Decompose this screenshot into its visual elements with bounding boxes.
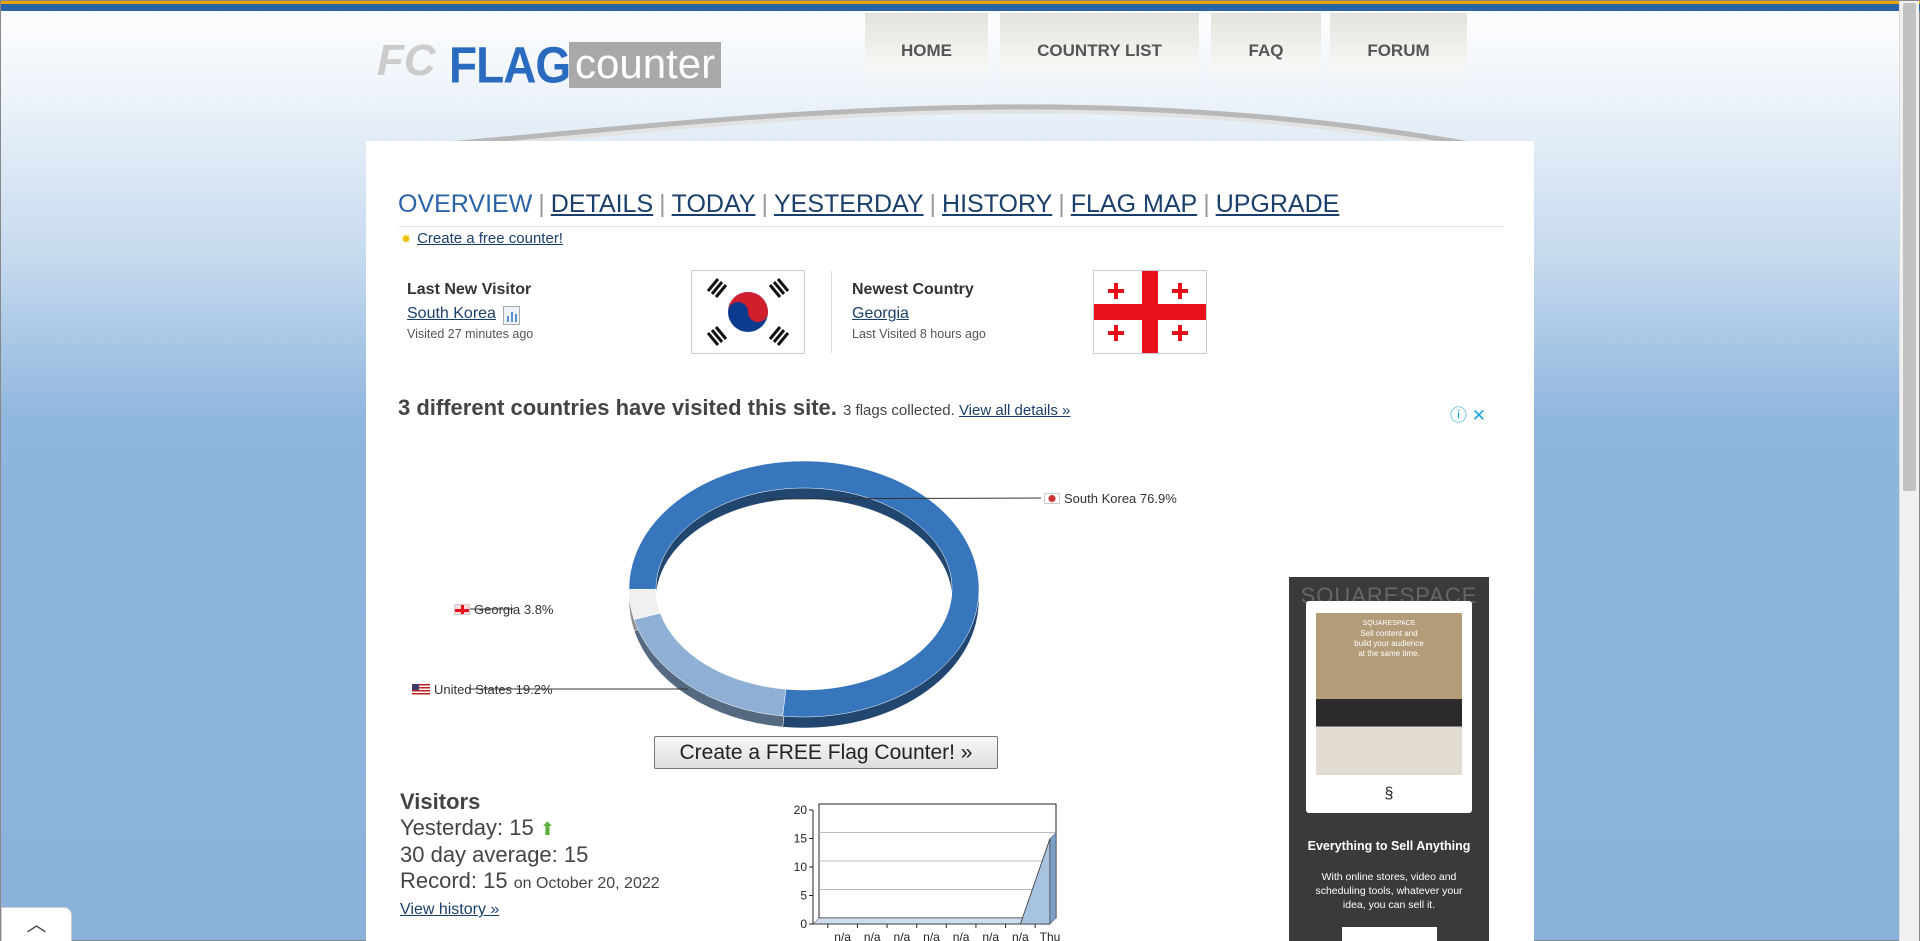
nav-forum[interactable]: FORUM	[1330, 13, 1467, 87]
y-tick-label: 0	[800, 917, 807, 931]
tab-history[interactable]: HISTORY	[942, 190, 1052, 218]
summary-heading: 3 different countries have visited this …	[398, 395, 1071, 420]
star-icon: ✸	[401, 232, 412, 246]
scrollbar-thumb[interactable]	[1903, 3, 1916, 491]
x-tick-label: Thu	[1040, 930, 1061, 941]
south-korea-flag	[691, 270, 805, 354]
nav-faq[interactable]: FAQ	[1211, 13, 1321, 87]
tab-flag-map[interactable]: FLAG MAP	[1071, 190, 1197, 218]
tab-overview[interactable]: OVERVIEW	[398, 190, 532, 218]
tab-yesterday[interactable]: YESTERDAY	[774, 190, 924, 218]
georgia-flag-icon	[454, 604, 470, 615]
area-floor	[812, 917, 1057, 925]
close-icon[interactable]: ✕	[1472, 406, 1486, 425]
divider	[831, 271, 832, 353]
top-stripe	[1, 1, 1920, 11]
ad-controls: ⓘ ✕	[1450, 401, 1486, 426]
visitors-area-chart: 0 5 10 15 20 n/a n/a n/a n/a n/a n/a n/a Thu	[794, 803, 1061, 941]
x-tick-label: n/a	[953, 930, 970, 941]
chevron-up-icon: ︿	[26, 914, 47, 936]
logo-flag-text: FLAG	[449, 36, 571, 94]
tab-details[interactable]: DETAILS	[551, 190, 653, 218]
ad-cta-button[interactable]	[1342, 927, 1437, 941]
area-side	[1049, 831, 1057, 925]
create-free-counter-button[interactable]: Create a FREE Flag Counter! »	[654, 736, 998, 769]
newest-country-time: Last Visited 8 hours ago	[852, 327, 986, 341]
x-tick-label: n/a	[864, 930, 881, 941]
tab-upgrade[interactable]: UPGRADE	[1216, 190, 1340, 218]
tab-today[interactable]: TODAY	[672, 190, 756, 218]
view-history-link[interactable]: View history »	[400, 901, 660, 919]
divider	[398, 226, 1503, 227]
us-flag-icon	[412, 684, 430, 695]
label-united-states: United States 19.2%	[412, 682, 553, 697]
y-tick-label: 10	[794, 860, 808, 874]
x-tick-label: n/a	[923, 930, 940, 941]
info-icon[interactable]: ⓘ	[1450, 406, 1467, 425]
x-tick-label: n/a	[834, 930, 851, 941]
x-tick-label: n/a	[982, 930, 999, 941]
logo-mark: FC	[377, 36, 436, 85]
flag-counter-logo[interactable]: FC FLAG counter	[377, 34, 742, 94]
south-korea-flag-icon	[1044, 493, 1060, 504]
logo-counter-text: counter	[569, 42, 722, 88]
newest-country-title: Newest Country	[852, 281, 974, 298]
x-tick-label: n/a	[894, 930, 911, 941]
label-georgia: Georgia 3.8%	[454, 602, 554, 617]
squarespace-logo-icon: §	[1384, 785, 1394, 802]
newest-country-link[interactable]: Georgia	[852, 305, 909, 323]
scroll-up-button[interactable]: ︿	[1, 907, 72, 941]
sub-navigation: OVERVIEW | DETAILS | TODAY | YESTERDAY | HISTORY…	[398, 190, 1340, 218]
last-visitor-country-link[interactable]: South Korea	[407, 305, 496, 323]
y-tick-label: 5	[800, 889, 807, 903]
squarespace-ad[interactable]: SQUARESPACE SQUARESPACE Sell content and…	[1289, 577, 1489, 941]
create-counter-link[interactable]: Create a free counter!	[417, 230, 563, 247]
nav-home[interactable]: HOME	[865, 13, 988, 87]
up-arrow-icon: ⬆	[539, 819, 555, 839]
last-visitor-time: Visited 27 minutes ago	[407, 327, 534, 341]
view-all-details-link[interactable]: View all details »	[959, 402, 1070, 419]
stats-icon[interactable]	[503, 306, 520, 325]
nav-country-list[interactable]: COUNTRY LIST	[1000, 13, 1199, 87]
y-tick-label: 15	[794, 832, 808, 846]
label-south-korea: South Korea 76.9%	[1044, 491, 1177, 506]
x-tick-label: n/a	[1012, 930, 1029, 941]
scrollbar[interactable]	[1899, 1, 1919, 941]
y-tick-label: 20	[794, 803, 808, 817]
last-visitor-title: Last New Visitor	[407, 281, 532, 298]
visitors-stats: Visitors Yesterday: 15 ⬆ 30 day average:…	[400, 789, 660, 919]
create-counter: ✸ Create a free counter!	[401, 230, 563, 247]
georgia-flag	[1093, 270, 1207, 354]
